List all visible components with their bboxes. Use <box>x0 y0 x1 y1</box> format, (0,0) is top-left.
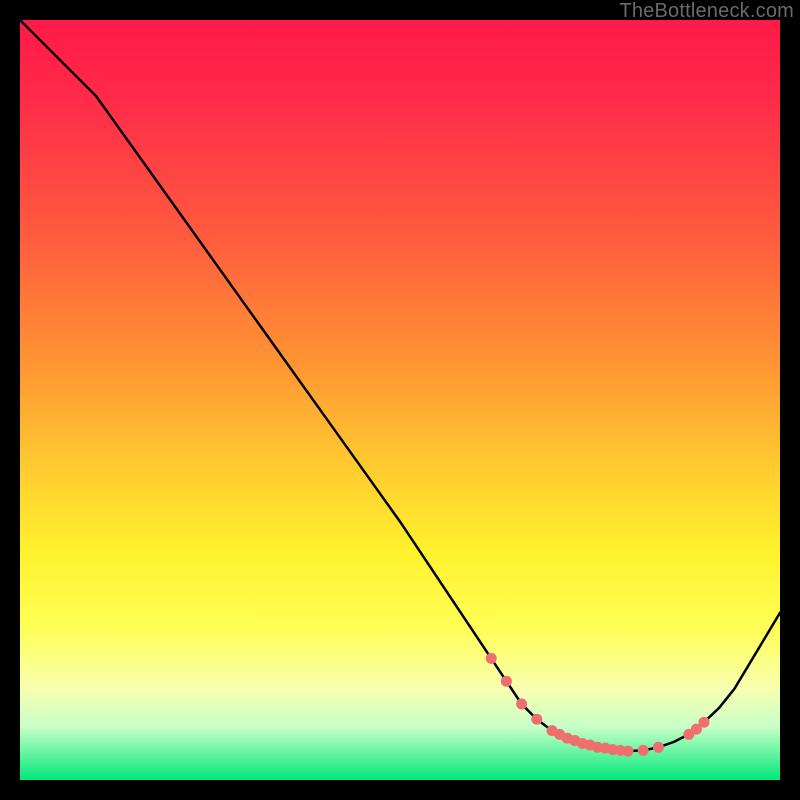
data-point <box>516 699 527 710</box>
watermark-text: TheBottleneck.com <box>619 0 794 23</box>
data-point <box>531 714 542 725</box>
data-point <box>623 746 634 757</box>
chart-svg <box>20 20 780 780</box>
chart-frame: TheBottleneck.com <box>0 0 800 800</box>
data-point <box>501 676 512 687</box>
data-point <box>638 745 649 756</box>
data-point <box>486 653 497 664</box>
plot-area <box>20 20 780 780</box>
data-point <box>653 742 664 753</box>
bottleneck-curve <box>20 20 780 751</box>
data-point <box>699 717 710 728</box>
